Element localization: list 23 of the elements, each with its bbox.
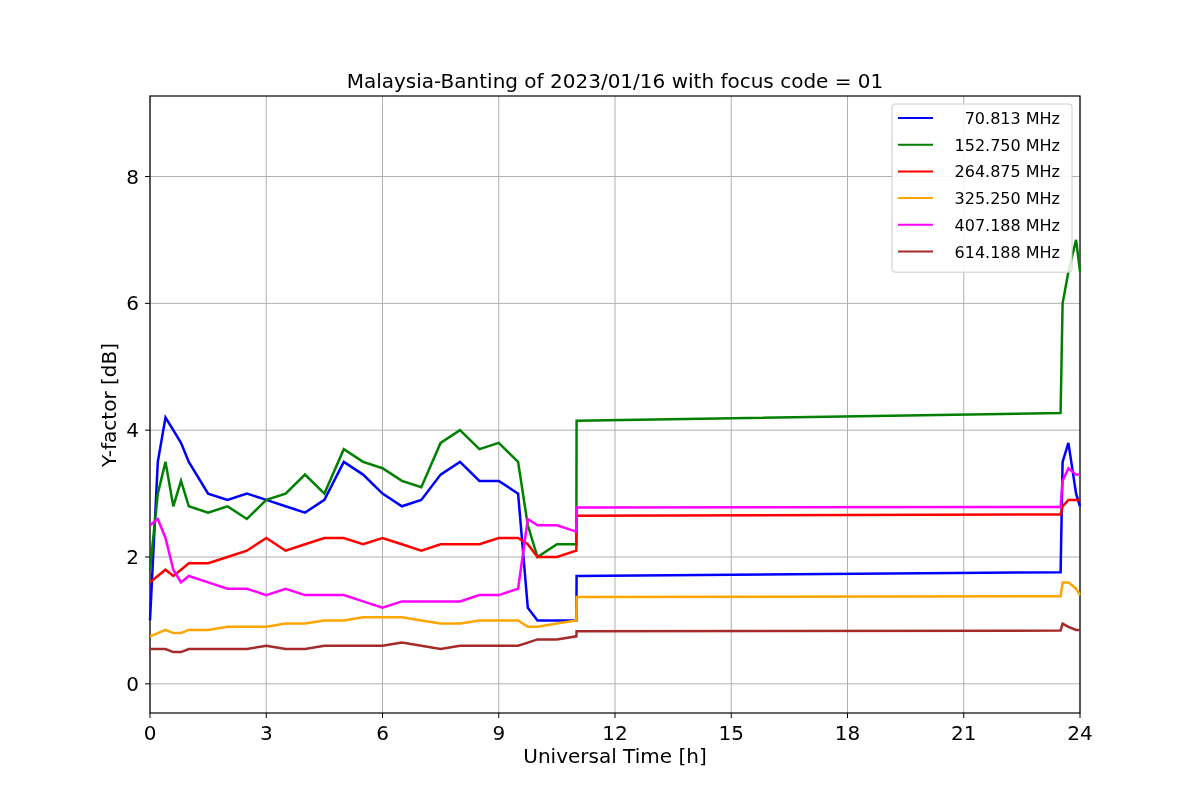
tick-label: 6 [126, 291, 139, 316]
tick-label: 3 [259, 721, 273, 745]
legend-label: 152.750 MHz [954, 135, 1060, 155]
tick-label: 6 [376, 721, 389, 745]
tick-label: 8 [126, 164, 139, 189]
legend-label: 70.813 MHz [964, 109, 1060, 128]
tick-label: 9 [492, 721, 506, 745]
tick-label: 12 [602, 721, 628, 745]
legend-label: 614.188 MHz [954, 242, 1060, 262]
legend-label: 325.250 MHz [954, 189, 1060, 209]
legend-label: 407.188 MHz [954, 215, 1060, 235]
legend-label: 264.875 MHz [954, 162, 1060, 182]
tick-label: 24 [1067, 721, 1093, 745]
chart-title: Malaysia-Banting of 2023/01/16 with focus code = 01 [346, 69, 884, 93]
tick-label: 2 [126, 545, 139, 569]
tick-label: 21 [951, 721, 977, 745]
tick-label: 0 [143, 721, 157, 745]
tick-label: 15 [718, 721, 744, 745]
y-axis-label: Y-factor [dB] [97, 343, 121, 467]
tick-label: 0 [126, 671, 139, 696]
x-axis-label: Universal Time [h] [523, 744, 707, 768]
tick-label: 4 [126, 418, 139, 443]
tick-label: 18 [834, 721, 861, 745]
